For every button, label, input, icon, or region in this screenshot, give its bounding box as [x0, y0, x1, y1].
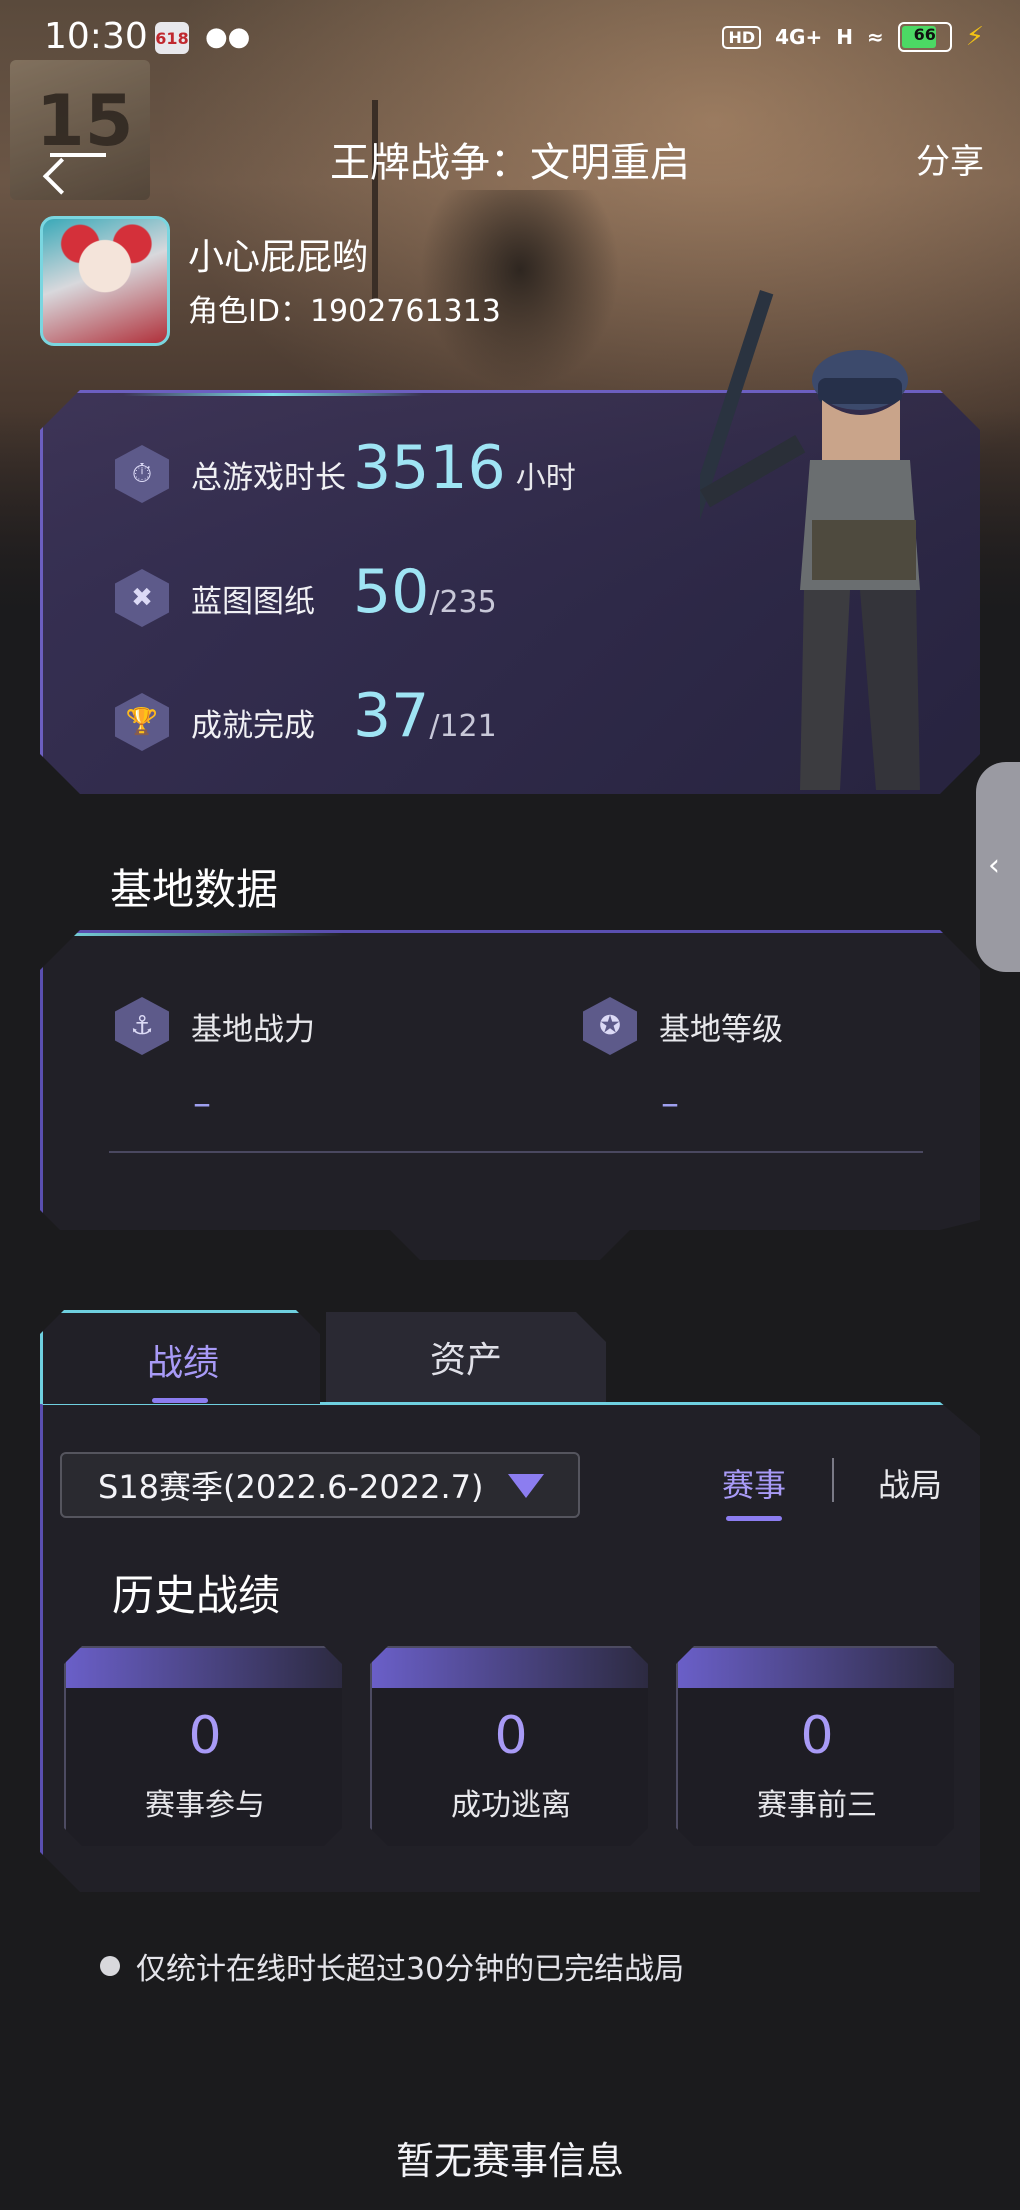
side-drawer-handle[interactable]: ‹ [976, 762, 1020, 972]
stat-box-label: 赛事参与 [145, 1788, 265, 1823]
base-power-label: 基地战力 [191, 1011, 315, 1048]
avatar[interactable] [40, 216, 170, 346]
page-title: 王牌战争：文明重启 [330, 140, 690, 186]
base-level: ✪ 基地等级 [583, 997, 783, 1055]
tab-assets-label: 资产 [429, 1340, 502, 1381]
base-level-label: 基地等级 [659, 1011, 783, 1048]
app-notification-icon: 618 [155, 22, 189, 54]
signal-4g-icon: 4G+ [775, 25, 823, 49]
tab-assets[interactable]: 资产 [326, 1312, 606, 1402]
medal-icon: ✪ [583, 997, 637, 1055]
stat-box-escape: 0 成功逃离 [370, 1646, 648, 1846]
soldier-character-image [700, 290, 920, 790]
role-id: 角色ID：1902761313 [188, 294, 501, 329]
stat-value-playtime: 3516 小时 [353, 433, 576, 503]
base-power-value: – [193, 1083, 211, 1124]
stat-box-label: 成功逃离 [451, 1788, 571, 1823]
charging-icon: ⚡ [965, 22, 984, 52]
stat-value-blueprints: 50/235 [353, 557, 497, 627]
stats-note-text: 仅统计在线时长超过30分钟的已完结战局 [136, 1952, 685, 1987]
tab-records[interactable]: 战绩 [40, 1310, 320, 1404]
divider [109, 1151, 923, 1153]
filter-divider [832, 1458, 834, 1502]
stat-row-blueprints: ✖ 蓝图图纸 [115, 569, 391, 627]
signal-h-icon: H [836, 25, 853, 49]
base-section-title: 基地数据 [110, 865, 279, 914]
stat-row-achievements: 🏆 成就完成 [115, 693, 391, 751]
stat-box-top3: 0 赛事前三 [676, 1646, 954, 1846]
base-level-value: – [661, 1083, 679, 1124]
stats-note: 仅统计在线时长超过30分钟的已完结战局 [100, 1944, 684, 1988]
battery-level: 66 [913, 25, 936, 44]
stat-box-value: 0 [800, 1706, 834, 1766]
filter-matches[interactable]: 战局 [878, 1460, 942, 1506]
stat-box-value: 0 [188, 1706, 222, 1766]
tab-records-label: 战绩 [146, 1343, 219, 1384]
history-title: 历史战绩 [112, 1571, 281, 1620]
status-bar: 10:30 618 ●● HD 4G+ H ≈ 66 ⚡ [0, 0, 1020, 78]
base-card: ⚓ 基地战力 – ✪ 基地等级 – [40, 930, 980, 1260]
username: 小心屁屁哟 [188, 237, 369, 278]
dropdown-triangle-icon [508, 1474, 544, 1498]
bullet-dot-icon [100, 1956, 120, 1976]
filter-events[interactable]: 赛事 [722, 1460, 786, 1506]
wechat-icon: ●● [205, 22, 251, 52]
tab-active-indicator [152, 1398, 208, 1403]
wifi-icon: ≈ [866, 25, 884, 49]
stat-box-value: 0 [494, 1706, 528, 1766]
stopwatch-icon: ⏱ [115, 445, 169, 503]
blueprint-tools-icon: ✖ [115, 569, 169, 627]
share-button[interactable]: 分享 [916, 134, 984, 183]
battery-icon: 66 [897, 22, 952, 52]
season-value: S18赛季(2022.6-2022.7) [98, 1468, 484, 1506]
stat-value-achievements: 37/121 [353, 681, 497, 751]
stat-box-participation: 0 赛事参与 [64, 1646, 342, 1846]
hd-icon: HD [722, 25, 762, 49]
status-time: 10:30 [44, 16, 148, 57]
season-dropdown[interactable]: S18赛季(2022.6-2022.7) [60, 1452, 580, 1518]
stat-box-label: 赛事前三 [757, 1788, 877, 1823]
stat-row-playtime: ⏱ 总游戏时长 [115, 445, 391, 503]
chevron-left-icon: ‹ [988, 848, 1000, 883]
trophy-icon: 🏆 [115, 693, 169, 751]
base-power-icon: ⚓ [115, 997, 169, 1055]
empty-state-message: 暂无赛事信息 [395, 2139, 624, 2183]
filter-active-indicator [726, 1516, 782, 1521]
base-power: ⚓ 基地战力 [115, 997, 315, 1055]
